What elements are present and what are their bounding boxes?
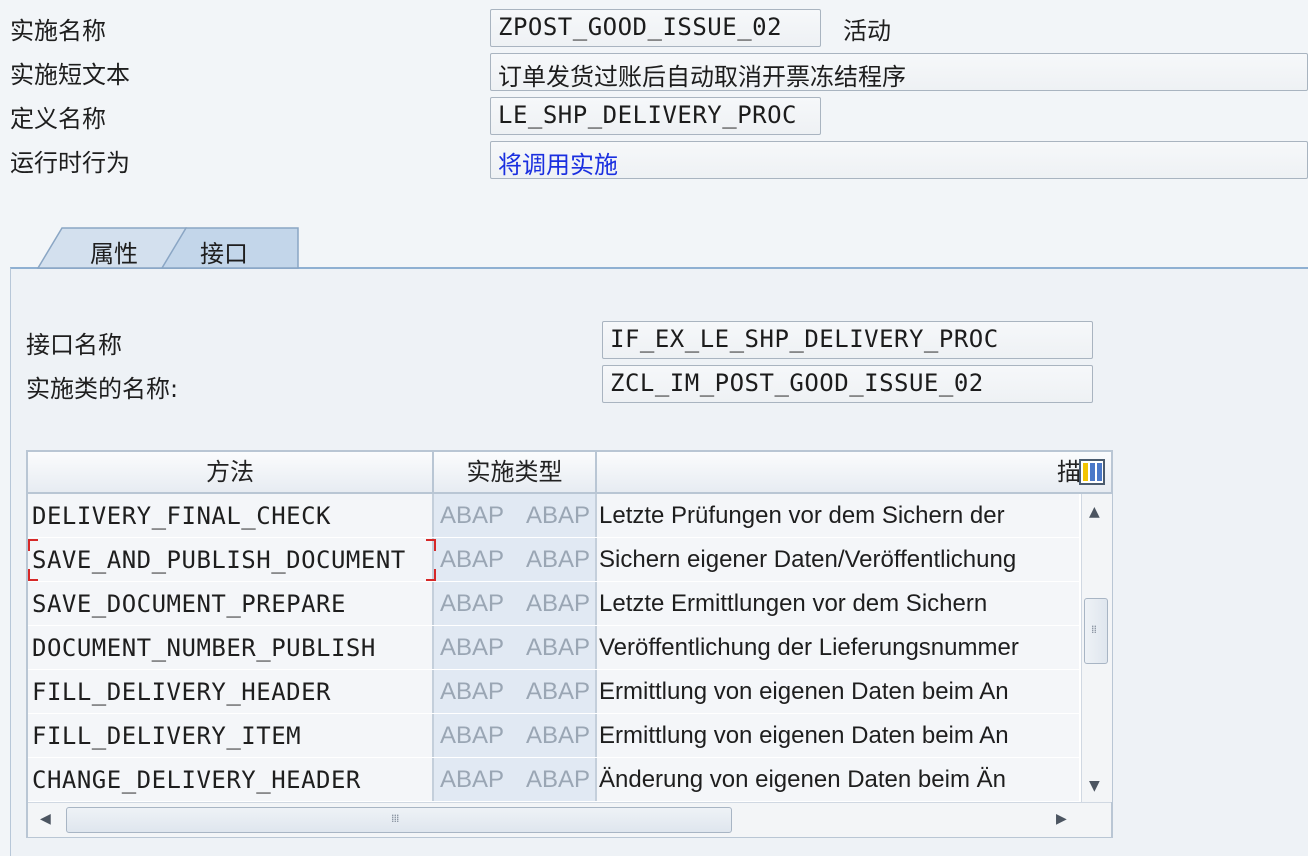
tab-attributes[interactable]: 属性 [90, 234, 138, 269]
method-cell[interactable]: CHANGE_DELIVERY_HEADER [28, 758, 434, 801]
arrow-down-icon[interactable]: ▼ [1089, 778, 1100, 794]
selection-corner [28, 539, 38, 551]
impl-class-field[interactable]: ZCL_IM_POST_GOOD_ISSUE_02 [602, 365, 1093, 403]
impl-type-1: ABAP [440, 678, 505, 705]
arrow-up-icon[interactable]: ▲ [1089, 504, 1100, 520]
impl-name-label: 实施名称 [10, 17, 106, 45]
impl-type-2: ABAP [526, 590, 591, 617]
impl-type-2: ABAP [526, 634, 591, 661]
impl-type-1: ABAP [440, 634, 505, 661]
method-cell[interactable]: SAVE_AND_PUBLISH_DOCUMENT [28, 538, 434, 581]
impl-type-cell: ABAP ABAP [434, 758, 597, 801]
definition-label: 定义名称 [10, 105, 106, 133]
description-cell: Änderung von eigenen Daten beim Än [597, 758, 1079, 801]
impl-type-1: ABAP [440, 722, 505, 749]
impl-type-cell: ABAP ABAP [434, 670, 597, 713]
impl-type-1: ABAP [440, 766, 505, 793]
column-header-method[interactable]: 方法 [28, 452, 434, 494]
table-row[interactable]: DELIVERY_FINAL_CHECK ABAP ABAP Letzte Prüfu… [28, 494, 1079, 539]
selection-corner [426, 539, 436, 551]
impl-type-2: ABAP [526, 678, 591, 705]
vertical-scroll-thumb[interactable]: ⁞⁞ [1084, 598, 1108, 664]
impl-type-cell: ABAP ABAP [434, 582, 597, 625]
short-text-label: 实施短文本 [10, 61, 130, 89]
impl-class-label: 实施类的名称: [26, 375, 179, 403]
table-row[interactable]: SAVE_AND_PUBLISH_DOCUMENT ABAP ABAP Sichern… [28, 538, 1079, 583]
column-header-impl-type[interactable]: 实施类型 [434, 452, 597, 494]
arrow-left-icon[interactable]: ◀ [40, 811, 51, 827]
impl-type-2: ABAP [526, 546, 591, 573]
methods-table: 方法 实施类型 描 DELIVERY_FINAL_CHECK ABAP ABAP Le… [26, 450, 1113, 838]
table-row[interactable]: CHANGE_DELIVERY_HEADER ABAP ABAP Änderung v… [28, 758, 1079, 803]
interface-name-label: 接口名称 [26, 331, 122, 359]
interface-name-field[interactable]: IF_EX_LE_SHP_DELIVERY_PROC [602, 321, 1093, 359]
tab-interface[interactable]: 接口 [200, 234, 248, 269]
method-cell[interactable]: DOCUMENT_NUMBER_PUBLISH [28, 626, 434, 669]
arrow-right-icon[interactable]: ▶ [1056, 811, 1067, 827]
description-cell: Letzte Ermittlungen vor dem Sichern [597, 582, 1079, 625]
impl-name-field[interactable]: ZPOST_GOOD_ISSUE_02 [490, 9, 821, 47]
vertical-scrollbar[interactable]: ▲ ⁞⁞ ▼ [1081, 494, 1112, 802]
impl-type-2: ABAP [526, 722, 591, 749]
table-row[interactable]: DOCUMENT_NUMBER_PUBLISH ABAP ABAP Veröffent… [28, 626, 1079, 671]
runtime-label: 运行时行为 [10, 149, 130, 177]
description-cell: Sichern eigener Daten/Veröffentlichung [597, 538, 1079, 581]
impl-type-2: ABAP [526, 502, 591, 529]
table-row[interactable]: FILL_DELIVERY_ITEM ABAP ABAP Ermittlung von… [28, 714, 1079, 759]
definition-field[interactable]: LE_SHP_DELIVERY_PROC [490, 97, 821, 135]
impl-type-1: ABAP [440, 546, 505, 573]
table-row[interactable]: SAVE_DOCUMENT_PREPARE ABAP ABAP Letzte Ermi… [28, 582, 1079, 627]
short-text-field[interactable]: 订单发货过账后自动取消开票冻结程序 [490, 53, 1308, 91]
impl-type-1: ABAP [440, 590, 505, 617]
table-row[interactable]: FILL_DELIVERY_HEADER ABAP ABAP Ermittlung v… [28, 670, 1079, 715]
description-cell: Veröffentlichung der Lieferungsnummer [597, 626, 1079, 669]
impl-type-1: ABAP [440, 502, 505, 529]
tab-strip-shapes [36, 227, 299, 269]
description-cell: Ermittlung von eigenen Daten beim An [597, 670, 1079, 713]
description-cell: Ermittlung von eigenen Daten beim An [597, 714, 1079, 757]
impl-type-cell: ABAP ABAP [434, 538, 597, 581]
selection-corner [28, 569, 38, 581]
column-settings-icon[interactable] [1079, 459, 1105, 485]
runtime-field: 将调用实施 [490, 141, 1308, 179]
description-cell: Letzte Prüfungen vor dem Sichern der [597, 494, 1079, 537]
horizontal-scrollbar[interactable]: ◀ ⁞⁞⁞ ▶ [28, 802, 1111, 837]
method-cell[interactable]: FILL_DELIVERY_ITEM [28, 714, 434, 757]
method-cell[interactable]: SAVE_DOCUMENT_PREPARE [28, 582, 434, 625]
impl-type-cell: ABAP ABAP [434, 714, 597, 757]
impl-type-cell: ABAP ABAP [434, 626, 597, 669]
horizontal-scroll-thumb[interactable]: ⁞⁞⁞ [66, 807, 732, 833]
impl-type-2: ABAP [526, 766, 591, 793]
column-header-description[interactable]: 描 [597, 452, 1111, 494]
impl-type-cell: ABAP ABAP [434, 494, 597, 537]
selection-corner [426, 569, 436, 581]
method-cell[interactable]: FILL_DELIVERY_HEADER [28, 670, 434, 713]
impl-status: 活动 [843, 17, 891, 45]
method-cell[interactable]: DELIVERY_FINAL_CHECK [28, 494, 434, 537]
